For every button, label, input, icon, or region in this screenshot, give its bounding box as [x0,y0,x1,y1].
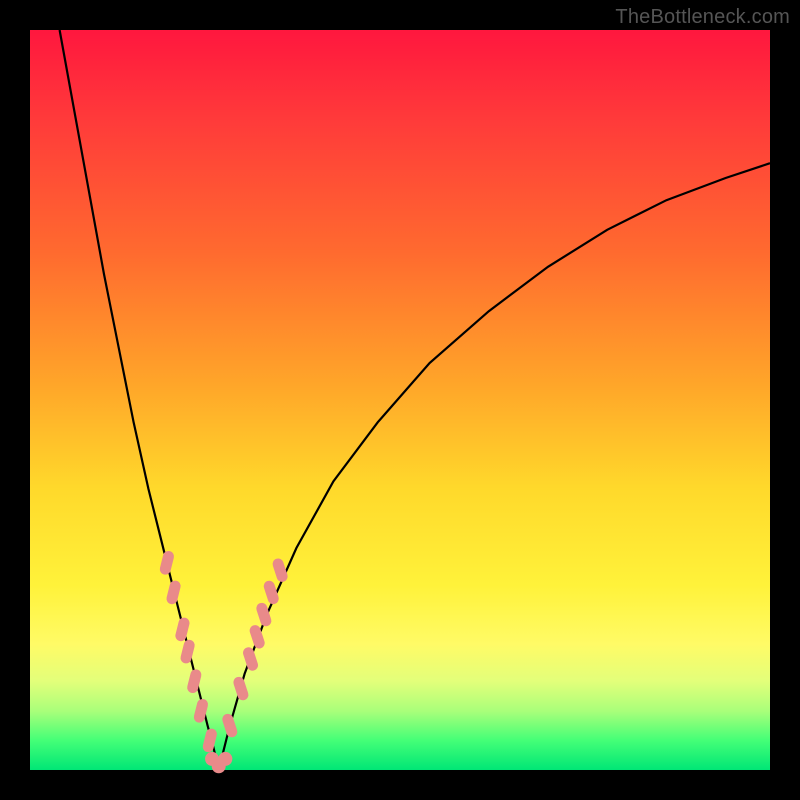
marker-left [159,550,175,576]
plot-svg [30,30,770,770]
curve-right-branch [219,163,770,770]
marker-right [221,712,239,738]
marker-left [165,579,181,605]
marker-right [242,646,260,672]
marker-right [248,624,266,650]
marker-left [174,616,190,642]
curve-left-branch [60,30,219,770]
marker-left [186,668,202,694]
plot-area [30,30,770,770]
watermark-text: TheBottleneck.com [615,6,790,29]
marker-left [179,639,195,665]
chart-stage: TheBottleneck.com [0,0,800,800]
marker-bottom [218,752,232,766]
marker-left [202,727,218,753]
marker-right [232,675,250,701]
